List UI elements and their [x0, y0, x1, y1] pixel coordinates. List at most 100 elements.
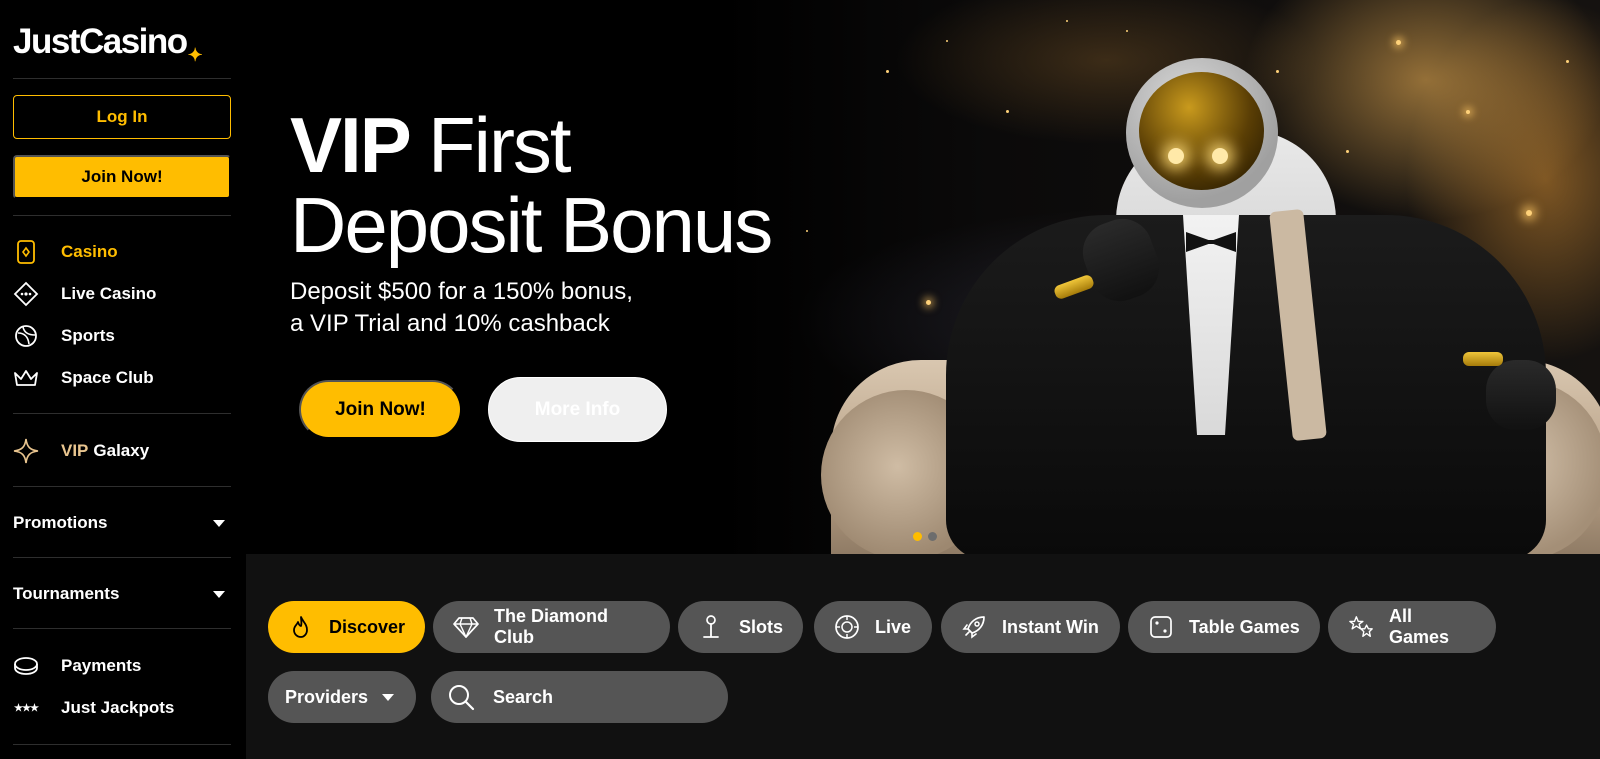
carousel-dots: [913, 532, 937, 541]
glowing-eye: [1168, 148, 1184, 164]
casino-app: JustCasino ✦ Log In Join Now! Casino Live…: [0, 0, 1600, 759]
divider: [13, 744, 231, 745]
tab-live[interactable]: Live: [814, 601, 932, 653]
sidebar-item-label: Galaxy: [93, 441, 150, 460]
divider: [13, 413, 231, 414]
sidebar-item-live-casino[interactable]: Live Casino: [13, 278, 231, 310]
search-icon: [447, 683, 475, 711]
providers-label: Providers: [285, 686, 369, 707]
star: [806, 230, 808, 232]
star: [1396, 40, 1401, 45]
sidebar-item-label: Just Jackpots: [61, 698, 175, 717]
star: [1346, 150, 1349, 153]
hero-title-line2: Deposit Bonus: [290, 181, 773, 269]
live-dealer-chip-icon: [13, 281, 39, 307]
star: [1466, 110, 1470, 114]
hero-subtitle: Deposit $500 for a 150% bonus, a VIP Tri…: [290, 276, 710, 340]
divider: [13, 215, 231, 216]
logo-sparkle-icon: ✦: [187, 45, 203, 65]
tab-table-games[interactable]: Table Games: [1128, 601, 1320, 653]
sidebar-item-label: Space Club: [61, 368, 154, 387]
tournaments-label: Tournaments: [13, 584, 120, 603]
stars-icon: ★★★: [14, 702, 39, 714]
joystick-icon: [698, 614, 724, 640]
casino-card-icon: [13, 239, 39, 265]
sidebar-item-label: Live Casino: [61, 284, 157, 303]
hero-subtitle-line2: a VIP Trial and 10% cashback: [290, 310, 610, 337]
sidebar-item-sports[interactable]: Sports: [13, 320, 231, 352]
providers-dropdown[interactable]: Providers: [268, 671, 416, 723]
tab-slots[interactable]: Slots: [678, 601, 803, 653]
divider: [13, 557, 231, 558]
tab-label: Live: [875, 616, 912, 637]
carousel-dot[interactable]: [928, 532, 937, 541]
search-input[interactable]: Search: [431, 671, 728, 723]
star: [1566, 60, 1569, 63]
astronaut-tuxedo: [946, 215, 1546, 554]
tab-discover[interactable]: Discover: [268, 601, 425, 653]
sidebar-item-vip-galaxy[interactable]: VIP Galaxy: [13, 435, 231, 467]
gloved-hand: [1486, 360, 1556, 430]
star: [1006, 110, 1009, 113]
dice-icon: [1148, 614, 1174, 640]
gold-cuff: [1463, 352, 1503, 366]
helmet-visor: [1139, 72, 1264, 190]
flame-icon: [288, 614, 314, 640]
logo-text: JustCasino: [13, 22, 188, 61]
carousel-dot-active[interactable]: [913, 532, 922, 541]
tab-all-games[interactable]: All Games: [1328, 601, 1496, 653]
sidebar-item-label: Payments: [61, 656, 142, 675]
hero-join-button[interactable]: Join Now!: [299, 380, 462, 439]
tab-label: Table Games: [1189, 616, 1300, 637]
stars-icon: [1348, 614, 1374, 640]
chevron-down-icon: [382, 693, 395, 701]
sidebar-item-payments[interactable]: Payments: [13, 650, 231, 682]
hero-title: VIP First Deposit Bonus: [290, 105, 773, 265]
chevron-down-icon: [213, 519, 225, 527]
tab-label: Slots: [738, 616, 783, 637]
chevron-down-icon: [213, 590, 225, 598]
sidebar-item-label: Casino: [61, 242, 118, 261]
star: [1066, 20, 1068, 22]
hero-title-rest: First: [427, 101, 572, 189]
crown-icon: [13, 365, 39, 391]
logo[interactable]: JustCasino ✦: [13, 22, 203, 65]
roulette-icon: [834, 614, 860, 640]
tournaments-dropdown[interactable]: Tournaments: [13, 578, 231, 610]
star: [1276, 70, 1279, 73]
tab-instant-win[interactable]: Instant Win: [941, 601, 1120, 653]
star: [1526, 210, 1532, 216]
search-placeholder: Search: [493, 686, 554, 707]
sidebar: JustCasino ✦ Log In Join Now! Casino Live…: [0, 0, 246, 759]
sidebar-item-space-club[interactable]: Space Club: [13, 362, 231, 394]
tab-label: Instant Win: [1002, 616, 1099, 637]
tab-label: Discover: [328, 616, 405, 637]
hero-subtitle-line1: Deposit $500 for a 150% bonus,: [290, 278, 633, 305]
divider: [13, 486, 231, 487]
divider: [13, 628, 231, 629]
divider: [13, 78, 231, 79]
glowing-eye: [1212, 148, 1228, 164]
tab-label: All Games: [1389, 606, 1450, 647]
star: [946, 40, 948, 42]
promotions-label: Promotions: [13, 513, 108, 532]
hero-banner[interactable]: VIP First Deposit Bonus Deposit $500 for…: [246, 0, 1600, 554]
diamond-icon: [453, 614, 479, 640]
game-category-bar: Discover The Diamond Club Slots Live Ins…: [246, 554, 1600, 759]
sparkle-icon: [13, 438, 39, 464]
sidebar-item-label: Sports: [61, 326, 115, 345]
sidebar-item-just-jackpots[interactable]: ★★★ Just Jackpots: [13, 692, 231, 724]
sports-ball-icon: [13, 323, 39, 349]
tab-diamond-club[interactable]: The Diamond Club: [433, 601, 670, 653]
star: [1126, 30, 1128, 32]
star: [886, 70, 889, 73]
login-button[interactable]: Log In: [13, 95, 231, 139]
rocket-icon: [961, 614, 987, 640]
star: [926, 300, 931, 305]
promotions-dropdown[interactable]: Promotions: [13, 507, 231, 539]
join-button[interactable]: Join Now!: [13, 155, 231, 199]
hero-more-info-button[interactable]: More Info: [488, 377, 667, 442]
sidebar-item-casino[interactable]: Casino: [13, 236, 231, 268]
tab-label: The Diamond Club: [494, 606, 609, 647]
hero-title-bold: VIP: [290, 101, 410, 189]
